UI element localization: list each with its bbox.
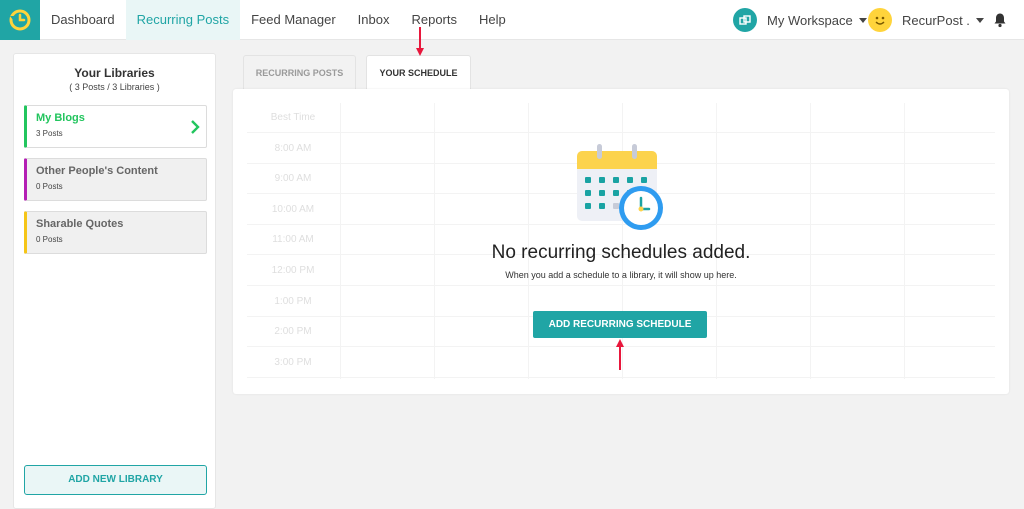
annotation-arrow-icon	[416, 27, 424, 56]
library-name: Other People's Content	[36, 165, 158, 177]
annotation-arrow-icon	[616, 339, 624, 370]
grid-time-label: 2:00 PM	[274, 326, 312, 337]
libraries-title: Your Libraries	[74, 66, 155, 80]
smiley-avatar-icon	[868, 8, 892, 32]
workspace-switcher[interactable]: My Workspace	[733, 8, 867, 32]
grid-column-divider	[810, 103, 811, 379]
library-sharable-quotes[interactable]: Sharable Quotes 0 Posts	[24, 211, 207, 254]
workspace-label: My Workspace	[767, 12, 853, 28]
empty-state-subtitle: When you add a schedule to a library, it…	[505, 270, 737, 280]
tab-recurring-posts[interactable]: RECURRING POSTS	[243, 55, 356, 89]
library-count: 0 Posts	[36, 182, 63, 191]
chevron-right-icon	[191, 120, 200, 134]
grid-column-divider	[716, 103, 717, 379]
grid-header-label: Best Time	[270, 112, 316, 123]
chevron-down-icon	[975, 17, 984, 23]
tab-your-schedule[interactable]: YOUR SCHEDULE	[366, 55, 471, 90]
add-recurring-schedule-button[interactable]: ADD RECURRING SCHEDULE	[533, 311, 707, 338]
grid-time-label: 3:00 PM	[274, 357, 312, 368]
top-navbar: Dashboard Recurring Posts Feed Manager I…	[0, 0, 1024, 40]
nav-help[interactable]: Help	[468, 0, 517, 40]
grid-time-label: 10:00 AM	[271, 204, 315, 215]
grid-time-label: 9:00 AM	[274, 173, 312, 184]
nav-reports[interactable]: Reports	[400, 0, 468, 40]
library-name: Sharable Quotes	[36, 218, 124, 230]
library-other-peoples-content[interactable]: Other People's Content 0 Posts	[24, 158, 207, 201]
grid-column-divider	[528, 103, 529, 379]
nav-inbox[interactable]: Inbox	[347, 0, 401, 40]
workspace-icon	[733, 8, 757, 32]
nav-dashboard[interactable]: Dashboard	[40, 0, 126, 40]
grid-time-label: 8:00 AM	[274, 143, 312, 154]
grid-header-row: Best Time	[247, 103, 995, 133]
library-name: My Blogs	[36, 112, 85, 124]
bell-icon[interactable]	[992, 12, 1008, 28]
calendar-clock-icon	[577, 144, 663, 230]
nav-feed-manager[interactable]: Feed Manager	[240, 0, 347, 40]
library-my-blogs[interactable]: My Blogs 3 Posts	[24, 105, 207, 148]
nav-recurring-posts[interactable]: Recurring Posts	[125, 0, 241, 40]
user-name: RecurPost .	[902, 12, 970, 28]
library-count: 3 Posts	[36, 129, 63, 138]
grid-column-divider	[434, 103, 435, 379]
grid-column-divider	[904, 103, 905, 379]
chevron-down-icon	[858, 17, 867, 23]
libraries-summary: ( 3 Posts / 3 Libraries )	[69, 82, 160, 92]
clock-logo-icon	[9, 9, 31, 31]
main-nav: Dashboard Recurring Posts Feed Manager I…	[40, 0, 517, 40]
recurpost-logo[interactable]	[0, 0, 40, 40]
add-new-library-button[interactable]: ADD NEW LIBRARY	[24, 465, 207, 495]
grid-column-divider	[340, 103, 341, 379]
libraries-sidebar: Your Libraries ( 3 Posts / 3 Libraries )…	[13, 53, 216, 509]
user-menu[interactable]: RecurPost .	[868, 8, 984, 32]
grid-time-label: 1:00 PM	[274, 296, 312, 307]
library-count: 0 Posts	[36, 235, 63, 244]
empty-state-title: No recurring schedules added.	[491, 242, 751, 263]
